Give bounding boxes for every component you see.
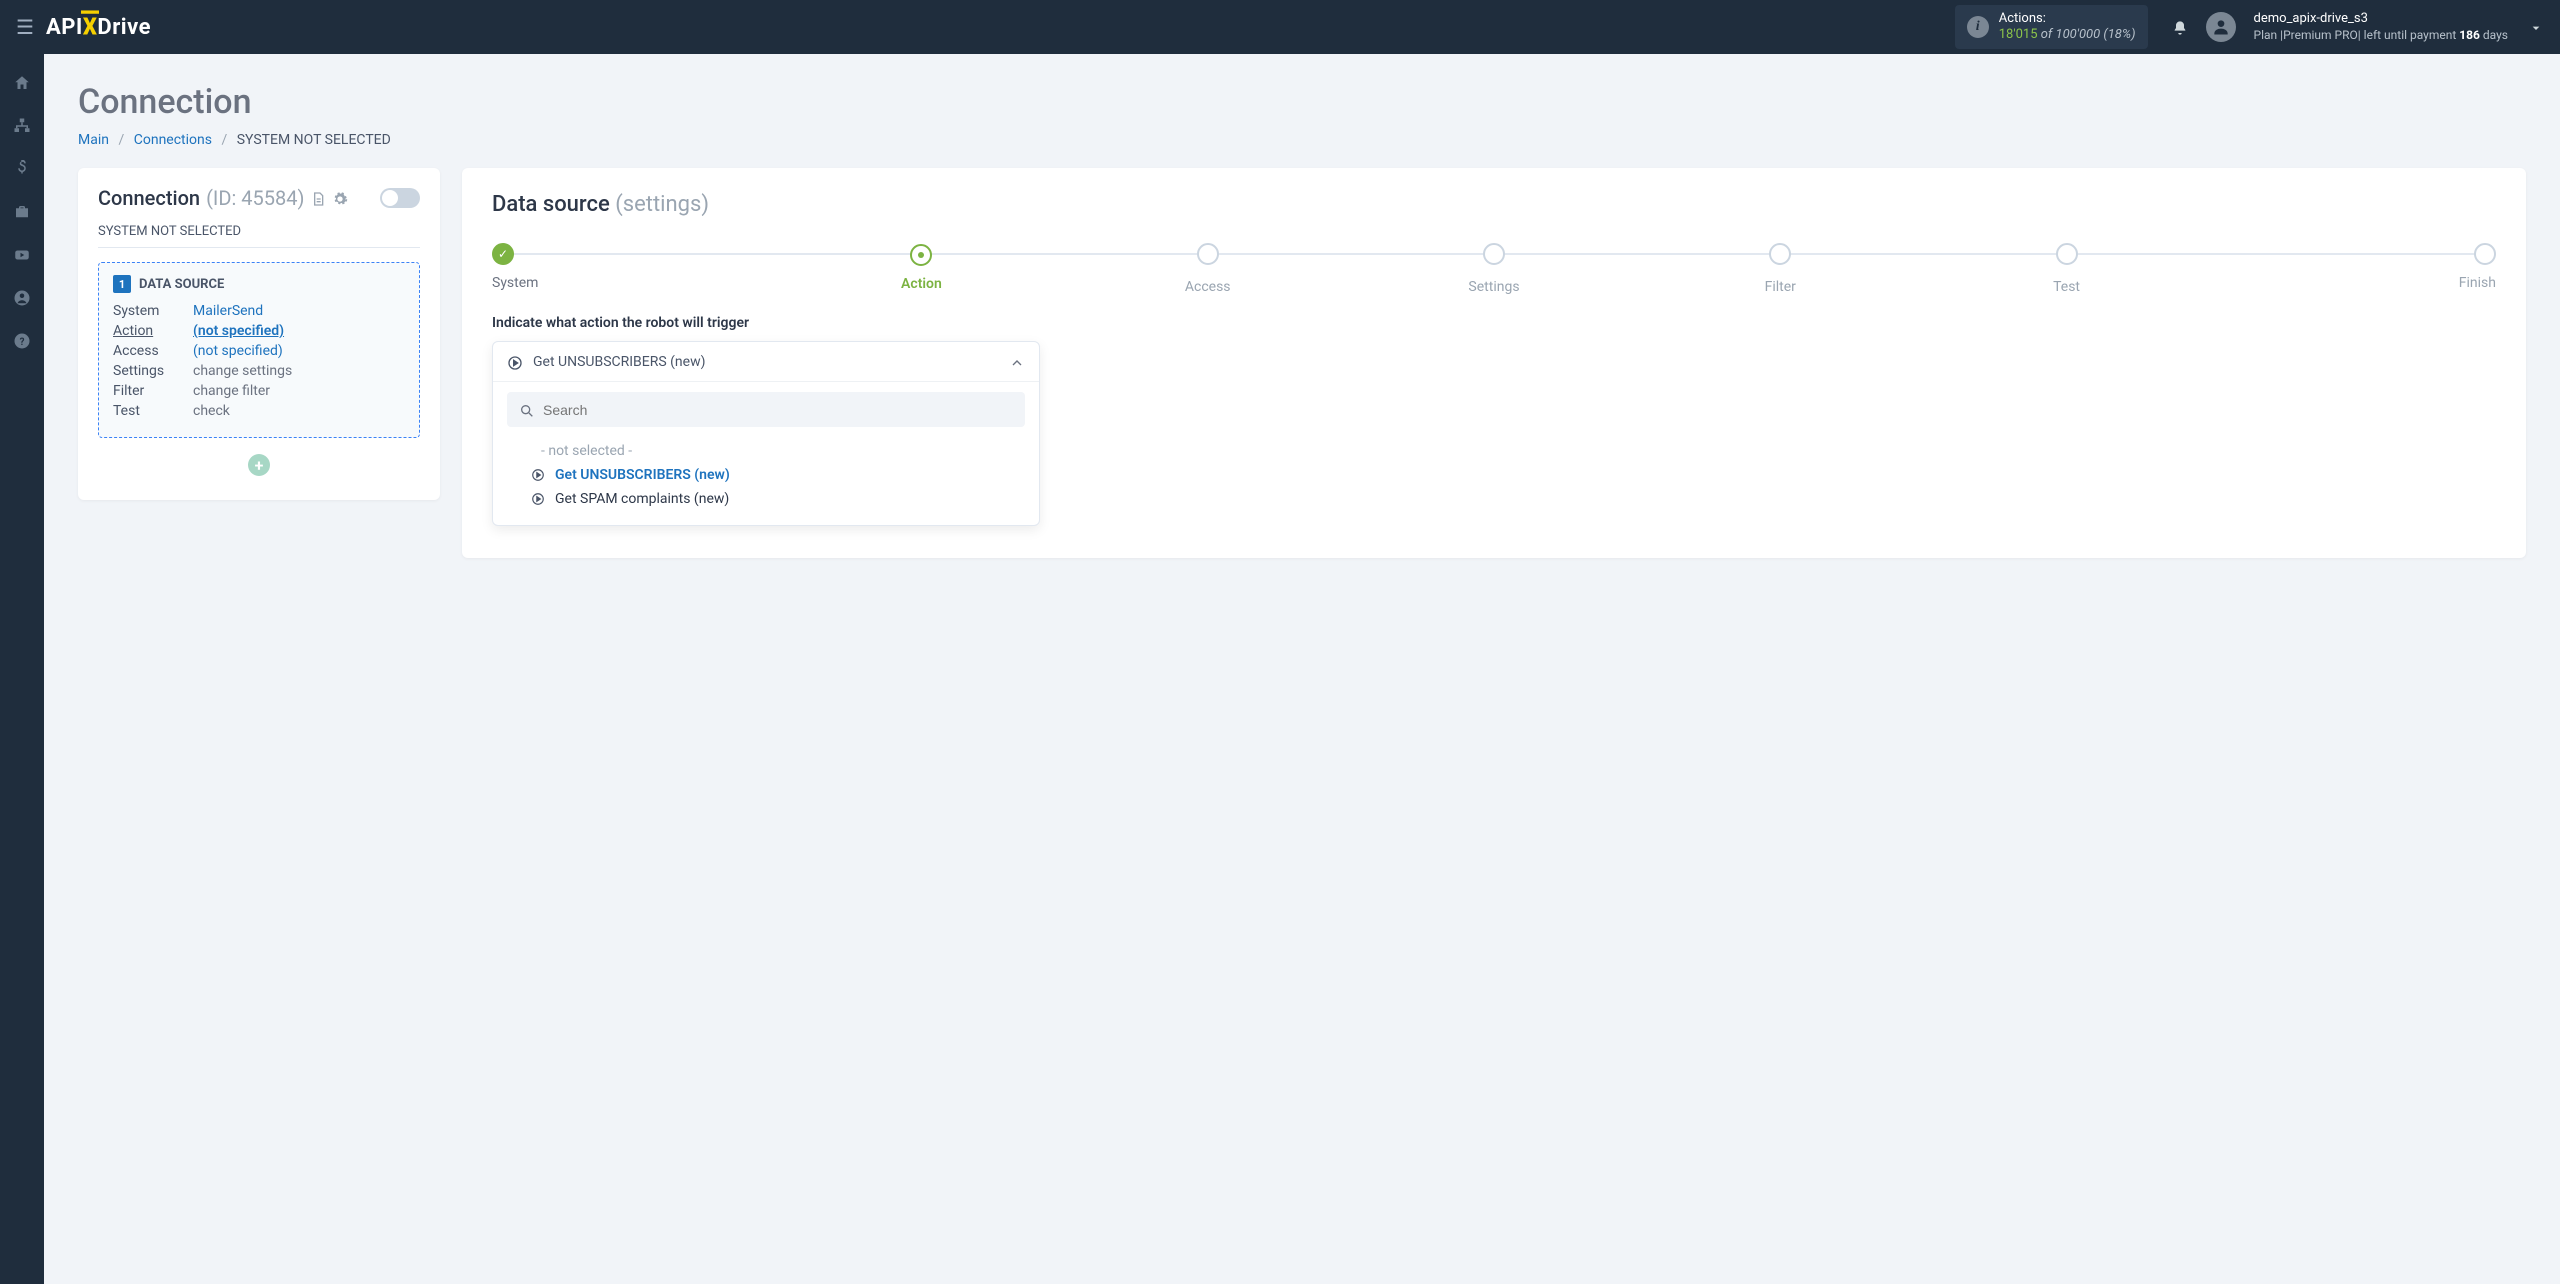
menu-toggle[interactable]: ☰ xyxy=(16,15,34,39)
data-source-title: DATA SOURCE xyxy=(139,277,224,292)
content: Connection Main / Connections / SYSTEM N… xyxy=(44,54,2560,1284)
connection-title: Connection xyxy=(98,186,200,210)
search-input[interactable] xyxy=(543,402,1013,418)
play-icon xyxy=(507,352,523,371)
logo[interactable]: APIXDrive xyxy=(46,15,151,40)
search-icon xyxy=(519,400,535,419)
prompt-label: Indicate what action the robot will trig… xyxy=(492,315,2496,331)
data-source-card-subtitle: (settings) xyxy=(615,192,709,217)
bell-icon[interactable] xyxy=(2172,18,2188,37)
play-icon xyxy=(531,491,545,507)
user-info: demo_apix-drive_s3 Plan |Premium PRO| le… xyxy=(2254,11,2508,43)
action-select-value: Get UNSUBSCRIBERS (new) xyxy=(533,354,1009,370)
row-access-value[interactable]: (not specified) xyxy=(193,343,283,359)
row-system-value[interactable]: MailerSend xyxy=(193,303,263,319)
action-select-dropdown: - not selected - Get UNSUBSCRIBERS (new)… xyxy=(493,382,1039,525)
document-icon[interactable] xyxy=(310,189,326,208)
row-access-key: Access xyxy=(113,343,193,359)
sidebar: ? xyxy=(0,54,44,1284)
row-action-key: Action xyxy=(113,323,193,339)
info-icon: i xyxy=(1967,16,1989,38)
data-source-card: Data source (settings) ✓System Action Ac… xyxy=(462,168,2526,558)
step-access: Access xyxy=(1065,243,1351,295)
plan-days: 186 xyxy=(2459,28,2480,42)
breadcrumb: Main / Connections / SYSTEM NOT SELECTED xyxy=(78,132,2526,148)
logo-text-x: X xyxy=(83,13,98,41)
account-icon[interactable] xyxy=(13,287,31,308)
action-select-header[interactable]: Get UNSUBSCRIBERS (new) xyxy=(493,342,1039,382)
data-source-number: 1 xyxy=(113,275,131,293)
step-finish: Finish xyxy=(2210,243,2496,291)
play-icon xyxy=(531,467,545,483)
action-select: Get UNSUBSCRIBERS (new) - not selected - xyxy=(492,341,1040,526)
breadcrumb-main[interactable]: Main xyxy=(78,132,109,148)
step-filter: Filter xyxy=(1637,243,1923,295)
billing-icon[interactable] xyxy=(13,158,31,179)
user-menu-chevron-icon[interactable] xyxy=(2528,18,2544,37)
option-unsubscribers[interactable]: Get UNSUBSCRIBERS (new) xyxy=(531,463,1025,487)
option-none[interactable]: - not selected - xyxy=(531,439,1025,463)
row-settings-value[interactable]: change settings xyxy=(193,363,292,379)
logo-text-pre: API xyxy=(46,15,83,40)
row-test-key: Test xyxy=(113,403,193,419)
add-button[interactable]: + xyxy=(248,454,270,476)
data-source-box: 1 DATA SOURCE SystemMailerSend Action(no… xyxy=(98,262,420,438)
help-icon[interactable]: ? xyxy=(13,330,31,351)
topbar: ☰ APIXDrive i Actions: 18'015 of 100'000… xyxy=(0,0,2560,54)
plan-suffix: days xyxy=(2480,28,2508,42)
steps: ✓System Action Access Settings Filter Te… xyxy=(492,243,2496,295)
actions-of: of xyxy=(2038,27,2056,42)
row-filter-key: Filter xyxy=(113,383,193,399)
step-action[interactable]: Action xyxy=(778,243,1064,292)
row-settings-key: Settings xyxy=(113,363,193,379)
plan-pre: Plan | xyxy=(2254,28,2284,42)
search-box[interactable] xyxy=(507,392,1025,427)
actions-box[interactable]: i Actions: 18'015 of 100'000 (18%) xyxy=(1955,5,2148,48)
row-system-key: System xyxy=(113,303,193,319)
connection-card: Connection (ID: 45584) SYSTEM NOT SELECT… xyxy=(78,168,440,500)
briefcase-icon[interactable] xyxy=(13,201,31,222)
sitemap-icon[interactable] xyxy=(13,115,31,136)
actions-total: 100'000 xyxy=(2056,27,2101,42)
plan-mid: | left until payment xyxy=(2358,28,2460,42)
plan-name: Premium PRO xyxy=(2283,28,2358,42)
option-label: Get SPAM complaints (new) xyxy=(555,491,729,507)
data-source-card-title: Data source xyxy=(492,192,610,217)
user-avatar-icon[interactable] xyxy=(2206,12,2236,42)
user-name: demo_apix-drive_s3 xyxy=(2254,11,2508,28)
actions-label: Actions: xyxy=(1999,11,2136,27)
page-title: Connection xyxy=(78,82,2526,122)
row-filter-value[interactable]: change filter xyxy=(193,383,270,399)
actions-used: 18'015 xyxy=(1999,27,2038,42)
logo-text-post: Drive xyxy=(97,15,151,40)
step-test: Test xyxy=(1923,243,2209,295)
step-system[interactable]: ✓System xyxy=(492,243,778,291)
connection-id: (ID: 45584) xyxy=(206,186,304,210)
row-test-value[interactable]: check xyxy=(193,403,230,419)
svg-text:?: ? xyxy=(20,337,25,348)
enable-toggle[interactable] xyxy=(380,188,420,208)
youtube-icon[interactable] xyxy=(13,244,31,265)
gear-icon[interactable] xyxy=(332,189,348,208)
connection-subtitle: SYSTEM NOT SELECTED xyxy=(98,224,420,248)
step-settings: Settings xyxy=(1351,243,1637,295)
home-icon[interactable] xyxy=(13,72,31,93)
row-action-value[interactable]: (not specified) xyxy=(193,323,284,339)
option-spam[interactable]: Get SPAM complaints (new) xyxy=(531,487,1025,511)
breadcrumb-connections[interactable]: Connections xyxy=(134,132,212,148)
option-label: Get UNSUBSCRIBERS (new) xyxy=(555,467,730,483)
chevron-up-icon xyxy=(1009,352,1025,371)
actions-text: Actions: 18'015 of 100'000 (18%) xyxy=(1999,11,2136,42)
actions-percent: (18%) xyxy=(2100,27,2135,42)
breadcrumb-current: SYSTEM NOT SELECTED xyxy=(237,132,391,148)
